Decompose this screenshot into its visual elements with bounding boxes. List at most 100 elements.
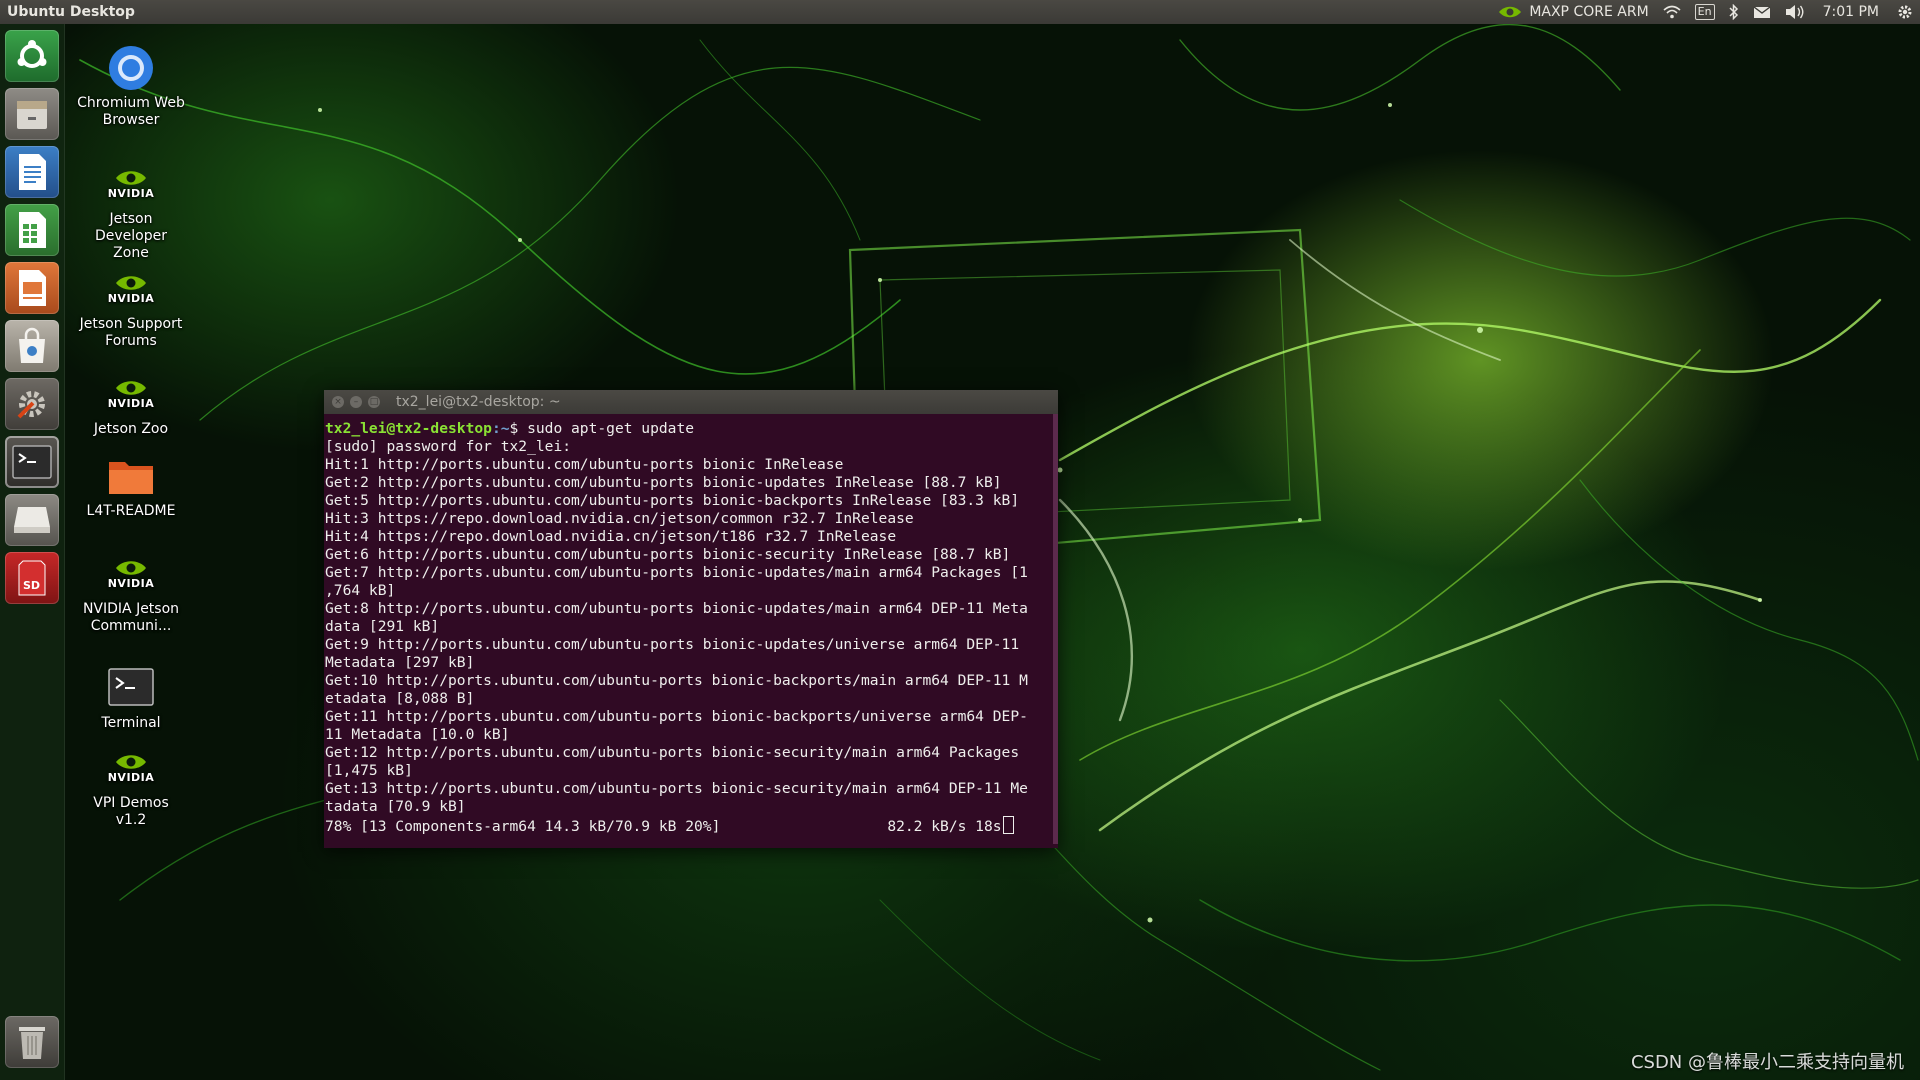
terminal-progress-line: 78% [13 Components-arm64 14.3 kB/70.9 kB… — [324, 816, 1046, 835]
terminal-line: Hit:4 https://repo.download.nvidia.cn/je… — [325, 528, 897, 545]
folder-icon — [107, 452, 155, 500]
desktop-icon-label: Jetson Support Forums — [79, 316, 183, 349]
sd-card-icon: SD — [17, 559, 47, 597]
language-indicator[interactable]: En — [1688, 0, 1722, 24]
window-title: Ubuntu Desktop — [7, 4, 135, 20]
calc-icon — [15, 210, 49, 250]
terminal-line: ,764 kB] — [325, 582, 396, 599]
shopping-bag-icon — [15, 327, 49, 365]
desktop-icon-l4t-readme[interactable]: L4T-README — [76, 452, 186, 520]
messaging-indicator[interactable] — [1746, 0, 1778, 24]
terminal-line: tadata [70.9 kB] — [325, 798, 466, 815]
desktop-icon-jetson-support-forums[interactable]: NVIDIA Jetson Support Forums — [76, 265, 186, 350]
terminal-icon — [107, 664, 155, 712]
terminal-line: Get:7 http://ports.ubuntu.com/ubuntu-por… — [325, 564, 1028, 581]
terminal-window[interactable]: × – □ tx2_lei@tx2-desktop: ~ tx2_lei@tx2… — [324, 390, 1058, 848]
session-indicator[interactable] — [1890, 0, 1920, 24]
terminal-line: Get:13 http://ports.ubuntu.com/ubuntu-po… — [325, 780, 1028, 797]
launcher-terminal[interactable] — [5, 436, 59, 488]
clock-label: 7:01 PM — [1822, 4, 1879, 20]
nvidia-icon: NVIDIA — [107, 370, 155, 418]
indicator-area: MAXP CORE ARM En 7:01 PM — [1490, 0, 1920, 24]
top-panel: Ubuntu Desktop MAXP CORE ARM En 7:01 PM — [0, 0, 1920, 24]
terminal-line: Get:6 http://ports.ubuntu.com/ubuntu-por… — [325, 546, 1011, 563]
terminal-line: Get:10 http://ports.ubuntu.com/ubuntu-po… — [325, 672, 1028, 689]
launcher-system-settings[interactable] — [5, 378, 59, 430]
chromium-icon — [107, 44, 155, 92]
power-mode-indicator[interactable]: MAXP CORE ARM — [1490, 0, 1655, 24]
terminal-line: etadata [8,088 B] — [325, 690, 475, 707]
desktop-icon-label: Chromium Web Browser — [77, 95, 185, 128]
terminal-line: [1,475 kB] — [325, 762, 413, 779]
nvidia-icon: NVIDIA — [107, 160, 155, 208]
terminal-output[interactable]: tx2_lei@tx2-desktop:~$ sudo apt-get upda… — [324, 414, 1046, 850]
minimize-icon: – — [353, 397, 359, 407]
bluetooth-indicator[interactable] — [1722, 0, 1746, 24]
nvidia-icon: NVIDIA — [107, 550, 155, 598]
terminal-line: Get:11 http://ports.ubuntu.com/ubuntu-po… — [325, 708, 1028, 725]
sound-indicator[interactable] — [1778, 0, 1812, 24]
svg-text:SD: SD — [23, 579, 40, 592]
terminal-line: Get:12 http://ports.ubuntu.com/ubuntu-po… — [325, 744, 1020, 761]
terminal-title: tx2_lei@tx2-desktop: ~ — [396, 394, 561, 410]
terminal-line: 11 Metadata [10.0 kB] — [325, 726, 510, 743]
desktop-icon-jetson-developer-zone[interactable]: NVIDIA Jetson Developer Zone — [76, 160, 186, 262]
language-label: En — [1694, 4, 1715, 20]
launcher-drive[interactable] — [5, 494, 59, 546]
terminal-line: Get:5 http://ports.ubuntu.com/ubuntu-por… — [325, 492, 1020, 509]
nvidia-icon: NVIDIA — [107, 265, 155, 313]
desktop-icon-label: Jetson Developer Zone — [94, 211, 167, 261]
terminal-line: data [291 kB] — [325, 618, 440, 635]
terminal-line: Get:8 http://ports.ubuntu.com/ubuntu-por… — [325, 600, 1028, 617]
trash-icon — [16, 1023, 48, 1061]
launcher-ubuntu-dash[interactable] — [5, 30, 59, 82]
close-button[interactable]: × — [332, 396, 344, 408]
launcher-writer[interactable] — [5, 146, 59, 198]
launcher-impress[interactable] — [5, 262, 59, 314]
progress-text: 78% [13 Components-arm64 14.3 kB/70.9 kB… — [325, 818, 1002, 835]
launcher-trash[interactable] — [5, 1016, 59, 1068]
terminal-line: Get:2 http://ports.ubuntu.com/ubuntu-por… — [325, 474, 1002, 491]
desktop-icon-nvidia-jetson-community[interactable]: NVIDIA NVIDIA Jetson Communi... — [76, 550, 186, 635]
terminal-line: Metadata [297 kB] — [325, 654, 475, 671]
desktop-icon-jetson-zoo[interactable]: NVIDIA Jetson Zoo — [76, 370, 186, 438]
impress-icon — [15, 268, 49, 308]
nvidia-eye-icon — [1497, 4, 1523, 20]
gear-icon — [1897, 4, 1913, 20]
desktop-icon-terminal[interactable]: Terminal — [76, 664, 186, 732]
launcher-files[interactable] — [5, 88, 59, 140]
file-cabinet-icon — [13, 95, 51, 133]
prompt-path: :~ — [491, 420, 510, 437]
desktop-icon-label: VPI Demos v1.2 — [93, 795, 169, 828]
terminal-line: Hit:3 https://repo.download.nvidia.cn/je… — [325, 510, 914, 527]
terminal-line: [sudo] password for tx2_lei: — [325, 438, 572, 455]
drive-icon — [12, 505, 52, 535]
launcher-calc[interactable] — [5, 204, 59, 256]
nvidia-icon: NVIDIA — [107, 744, 155, 792]
bluetooth-icon — [1729, 4, 1739, 20]
terminal-line: Get:9 http://ports.ubuntu.com/ubuntu-por… — [325, 636, 1020, 653]
prompt-user: tx2_lei@tx2-desktop — [325, 420, 492, 437]
terminal-scrollbar[interactable] — [1053, 414, 1058, 844]
watermark: CSDN @鲁棒最小二乘支持向量机 — [1630, 1052, 1904, 1073]
maximize-button[interactable]: □ — [368, 396, 380, 408]
clock[interactable]: 7:01 PM — [1812, 0, 1890, 24]
minimize-button[interactable]: – — [350, 396, 362, 408]
terminal-prompt-line: tx2_lei@tx2-desktop:~$ sudo apt-get upda… — [324, 420, 1046, 438]
envelope-icon — [1753, 5, 1771, 19]
launcher-software-center[interactable] — [5, 320, 59, 372]
wifi-indicator[interactable] — [1656, 0, 1688, 24]
desktop-icon-label: L4T-README — [86, 503, 176, 519]
power-mode-label: MAXP CORE ARM — [1529, 4, 1649, 20]
prompt-command: $ sudo apt-get update — [509, 420, 695, 437]
writer-icon — [15, 152, 49, 192]
launcher-sd-card[interactable]: SD — [5, 552, 59, 604]
terminal-titlebar[interactable]: × – □ tx2_lei@tx2-desktop: ~ — [324, 390, 1058, 414]
desktop-icon-label: NVIDIA Jetson Communi... — [82, 601, 180, 634]
wifi-icon — [1663, 5, 1681, 19]
ubuntu-logo-icon — [14, 38, 50, 74]
desktop-icon-chromium[interactable]: Chromium Web Browser — [76, 44, 186, 129]
terminal-cursor — [1002, 816, 1014, 834]
terminal-icon — [12, 445, 52, 479]
desktop-icon-vpi-demos[interactable]: NVIDIA VPI Demos v1.2 — [76, 744, 186, 829]
